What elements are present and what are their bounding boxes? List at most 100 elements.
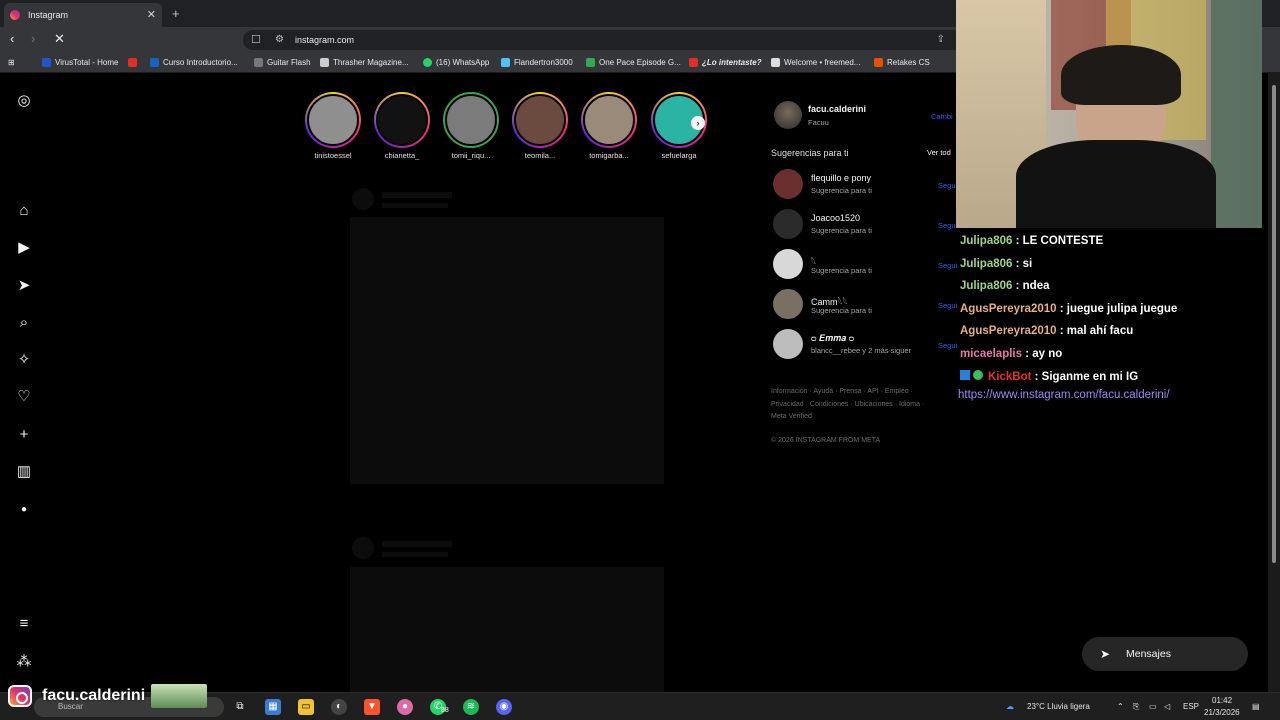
- story-ring: [581, 92, 637, 148]
- bookmark-thrasher[interactable]: Thrasher Magazine...: [320, 58, 409, 67]
- profile-avatar-icon[interactable]: ●: [14, 500, 34, 520]
- new-tab-icon[interactable]: +: [172, 6, 180, 21]
- app-icon[interactable]: ◐: [331, 699, 347, 715]
- brave-browser-icon[interactable]: ▼: [364, 699, 380, 715]
- story-ring: [512, 92, 568, 148]
- suggestion-username[interactable]: flequillo e pony: [811, 173, 871, 183]
- chat-line: Julipa806 : si: [960, 258, 1032, 270]
- spotify-icon[interactable]: ≋: [463, 699, 479, 715]
- apps-grid-icon[interactable]: ⊞: [8, 58, 15, 67]
- bookmark-curso[interactable]: Curso Introductorio...: [150, 58, 238, 67]
- follow-button[interactable]: Segui: [938, 181, 957, 190]
- reels-icon[interactable]: ▶: [14, 238, 34, 258]
- chat-line: micaelaplis : ay no: [960, 348, 1062, 360]
- scrollbar-thumb[interactable]: [1272, 85, 1276, 563]
- bookmark-retakes[interactable]: Retakes CS: [874, 58, 930, 67]
- suggestion-avatar[interactable]: [773, 169, 803, 199]
- post-skeleton-avatar: [352, 537, 374, 559]
- clock-time[interactable]: 01:42: [1212, 696, 1232, 705]
- search-icon[interactable]: ⌕: [14, 313, 34, 333]
- suggestion-avatar[interactable]: [773, 209, 803, 239]
- notifications-icon[interactable]: ▤: [1252, 702, 1260, 711]
- follow-button[interactable]: Segui: [938, 221, 957, 230]
- weather-text[interactable]: 23°C Lluvia ligera: [1027, 702, 1090, 711]
- suggestion-username[interactable]: ᴑ 𝑬𝒎𝒎𝒂 ᴑ: [811, 333, 854, 344]
- current-username[interactable]: facu.calderini: [808, 104, 866, 114]
- clock-date[interactable]: 21/3/2026: [1204, 708, 1240, 717]
- bookmark-label: Retakes CS: [887, 58, 930, 67]
- suggestion-avatar[interactable]: [773, 249, 803, 279]
- bookmark-icon[interactable]: ☐: [251, 30, 261, 50]
- suggestion-username[interactable]: Joacoo1520: [811, 213, 860, 223]
- chat-line: KickBot : Siganme en mi IG: [960, 370, 1138, 383]
- stop-loading-icon[interactable]: ✕: [54, 31, 65, 47]
- app-icon[interactable]: ●: [397, 699, 413, 715]
- suggestion-subtitle: Sugerencia para ti: [811, 226, 872, 235]
- tray-app-icon[interactable]: ⎘: [1133, 702, 1139, 712]
- store-icon[interactable]: ▦: [265, 699, 281, 715]
- home-icon[interactable]: ⌂: [14, 201, 34, 221]
- follow-button[interactable]: Segui: [938, 301, 957, 310]
- volume-icon[interactable]: ◁: [1164, 702, 1170, 711]
- tray-chevron-icon[interactable]: ⌃: [1117, 702, 1124, 711]
- explore-icon[interactable]: ✧: [14, 350, 34, 370]
- instagram-logo-icon[interactable]: ◎: [14, 91, 34, 111]
- see-all-link[interactable]: Ver tod: [927, 148, 951, 157]
- direct-messages-icon[interactable]: ➤: [14, 276, 34, 296]
- bookmark-youtube[interactable]: [128, 58, 141, 67]
- follow-button[interactable]: Segui: [938, 341, 957, 350]
- forward-icon[interactable]: ›: [31, 31, 35, 46]
- also-from-meta-icon[interactable]: ⁂: [14, 652, 34, 672]
- bookmark-guitar-flash[interactable]: Guitar Flash: [254, 58, 311, 67]
- story-item[interactable]: teomila...: [510, 92, 570, 160]
- bookmark-lo-intentaste[interactable]: ¿Lo intentaste?: [689, 58, 762, 67]
- discord-icon[interactable]: ◉: [496, 699, 512, 715]
- bookmark-whatsapp[interactable]: (16) WhatsApp: [423, 58, 489, 67]
- tab-instagram[interactable]: Instagram ✕: [4, 3, 162, 27]
- switch-account-link[interactable]: Cambi: [931, 112, 953, 121]
- footer-line[interactable]: Privacidad · Condiciones · Ubicaciones ·…: [771, 399, 924, 412]
- bookmark-flandertron[interactable]: Flandertron3000: [501, 58, 573, 67]
- notifications-heart-icon[interactable]: ♡: [14, 387, 34, 407]
- chat-link[interactable]: https://www.instagram.com/facu.calderini…: [958, 389, 1170, 401]
- task-view-icon[interactable]: ⧉: [232, 699, 248, 715]
- dashboard-icon[interactable]: ▥: [14, 462, 34, 482]
- story-item[interactable]: tomigarba...: [579, 92, 639, 160]
- stories-next-icon[interactable]: ›: [691, 116, 705, 130]
- story-username: chianetta_: [384, 151, 420, 160]
- messages-button[interactable]: ➤ Mensajes: [1082, 637, 1248, 671]
- whatsapp-badge: 88: [441, 707, 449, 714]
- story-item[interactable]: chianetta_: [372, 92, 432, 160]
- bookmark-label: Flandertron3000: [514, 58, 573, 67]
- file-explorer-icon[interactable]: ▭: [298, 699, 314, 715]
- story-item[interactable]: tomii_riqu...: [441, 92, 501, 160]
- suggestion-avatar[interactable]: [773, 289, 803, 319]
- address-bar[interactable]: ☐ ⚙ instagram.com ⇪: [243, 30, 963, 50]
- story-item[interactable]: tinistoessel: [303, 92, 363, 160]
- bookmark-label: (16) WhatsApp: [436, 58, 490, 67]
- current-user-avatar[interactable]: [774, 101, 802, 129]
- footer-copyright: © 2026 INSTAGRAM FROM META: [771, 437, 881, 444]
- share-icon[interactable]: ⇪: [937, 30, 945, 50]
- post-skeleton-line: [382, 203, 448, 208]
- more-menu-icon[interactable]: ≡: [14, 614, 34, 634]
- back-icon[interactable]: ‹: [10, 31, 14, 46]
- close-tab-icon[interactable]: ✕: [147, 8, 156, 21]
- network-icon[interactable]: ▭: [1149, 702, 1157, 711]
- bookmark-virustotal[interactable]: VirusTotal - Home: [42, 58, 118, 67]
- bookmark-freemed[interactable]: Welcome • freemed...: [771, 58, 860, 67]
- bookmark-label: One Pace Episode G...: [599, 58, 681, 67]
- page-scrollbar[interactable]: [1268, 73, 1280, 692]
- footer-links[interactable]: Información · Ayuda · Prensa · API · Emp…: [771, 386, 924, 424]
- suggestion-avatar[interactable]: [773, 329, 803, 359]
- footer-line[interactable]: Meta Verified: [771, 411, 924, 424]
- bookmark-one-pace[interactable]: One Pace Episode G...: [586, 58, 681, 67]
- weather-icon[interactable]: ☁: [1006, 702, 1014, 711]
- story-username: tomii_riqu...: [451, 151, 491, 160]
- language-indicator[interactable]: ESP: [1183, 702, 1199, 711]
- site-info-icon[interactable]: ⚙: [275, 30, 284, 50]
- create-plus-icon[interactable]: +: [14, 425, 34, 445]
- chat-line: AgusPereyra2010 : mal ahí facu: [960, 325, 1133, 337]
- footer-line[interactable]: Información · Ayuda · Prensa · API · Emp…: [771, 386, 924, 399]
- follow-button[interactable]: Segui: [938, 261, 957, 270]
